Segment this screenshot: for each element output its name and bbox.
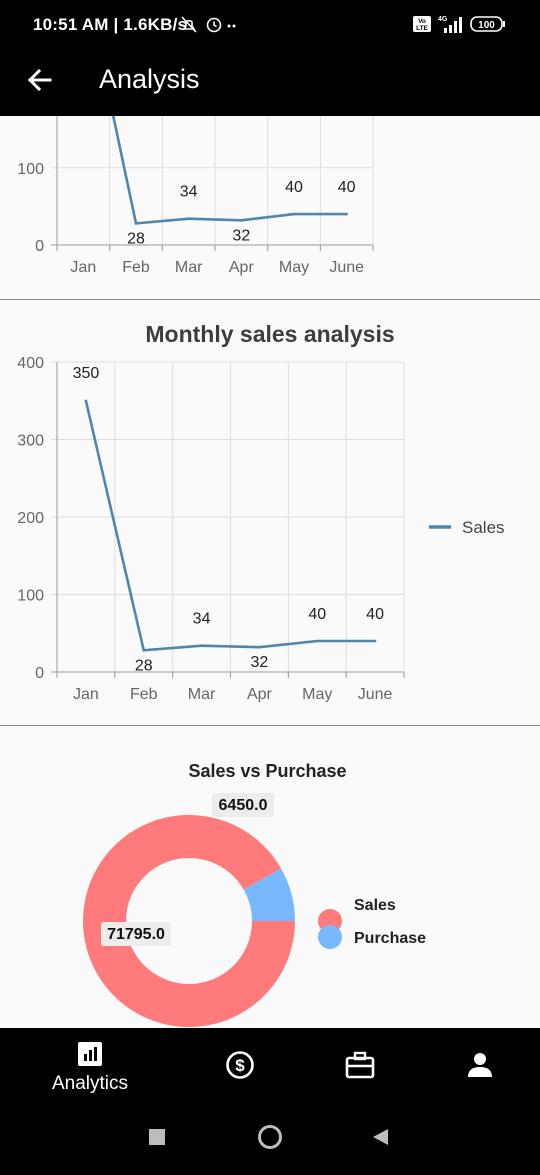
legend-purchase-label: Purchase xyxy=(354,930,426,947)
nav-profile[interactable] xyxy=(450,1028,510,1108)
nav-analytics[interactable]: Analytics xyxy=(40,1028,140,1108)
briefcase-icon xyxy=(345,1051,375,1079)
x-tick-label: Mar xyxy=(188,686,216,702)
data-label: 32 xyxy=(232,227,250,244)
x-tick-label: Jan xyxy=(70,259,96,276)
sales-data-point xyxy=(315,639,319,643)
analysis-content[interactable]: 0 100 Jan Feb Mar Apr May June 28 34 32 40 40 Monthl… xyxy=(0,116,540,1028)
x-tick-label: June xyxy=(358,686,393,702)
data-label: 34 xyxy=(180,184,198,201)
top-line-chart: 0 100 Jan Feb Mar Apr May June 28 34 32 40 40 xyxy=(17,116,374,276)
section-divider xyxy=(0,299,540,300)
section-divider xyxy=(0,725,540,726)
y-tick-label: 0 xyxy=(35,238,44,255)
sales-data-point xyxy=(240,218,243,222)
system-navigation-bar xyxy=(0,1108,540,1170)
svg-text:LTE: LTE xyxy=(416,25,428,32)
x-tick-label: Feb xyxy=(122,259,150,276)
data-label: 40 xyxy=(338,179,356,196)
x-tick-label: Jan xyxy=(73,686,99,702)
sales-data-point xyxy=(345,212,348,216)
status-icons xyxy=(181,16,236,33)
data-label: 350 xyxy=(73,365,100,382)
back-button[interactable] xyxy=(373,1129,388,1145)
status-bar: 10:51 AM | 1.6KB/s Vo LTE 4G 100 xyxy=(0,0,540,48)
nav-payments[interactable]: $ xyxy=(210,1028,270,1108)
data-label: 34 xyxy=(193,611,211,628)
bottom-navigation: Analytics $ xyxy=(0,1028,540,1108)
y-tick-label: 0 xyxy=(35,665,44,682)
y-tick-label: 400 xyxy=(17,355,44,372)
signal-icon: 4G xyxy=(438,16,462,33)
battery-icon: 100 xyxy=(470,16,505,32)
app-bar: Analysis xyxy=(0,48,540,116)
svg-text:Vo: Vo xyxy=(418,18,426,25)
monthly-sales-line-chart: 0 100 200 300 400 Jan Feb Mar Apr May June 350 28 34 3… xyxy=(17,355,505,702)
sales-data-point xyxy=(200,644,203,647)
page-title: Analysis xyxy=(99,64,200,94)
alarm-clock-icon xyxy=(206,17,222,33)
data-label: 40 xyxy=(366,606,384,623)
recents-button[interactable] xyxy=(149,1129,165,1145)
y-tick-label: 200 xyxy=(17,510,44,527)
x-tick-label: Apr xyxy=(247,686,273,702)
y-tick-label: 100 xyxy=(17,161,44,178)
x-tick-label: Feb xyxy=(130,686,158,702)
data-label: 40 xyxy=(308,606,326,623)
sales-data-point xyxy=(373,639,377,643)
sales-data-point xyxy=(84,399,88,403)
purchase-value-label: 6450.0 xyxy=(219,797,268,814)
data-label: 32 xyxy=(251,654,269,671)
nav-business[interactable] xyxy=(330,1028,390,1108)
dollar-icon: $ xyxy=(226,1051,254,1079)
network-label: 4G xyxy=(438,16,448,23)
volte-icon: Vo LTE xyxy=(413,16,431,32)
legend-sales-label: Sales xyxy=(462,518,505,537)
status-time: 10:51 AM | 1.6KB/s xyxy=(33,15,188,34)
sales-purchase-donut-chart: 71795.0 6450.0 Sales Purchase xyxy=(82,793,426,1027)
sales-data-point xyxy=(292,212,296,216)
nav-analytics-label: Analytics xyxy=(51,1073,129,1094)
sales-data-point xyxy=(134,222,138,225)
x-tick-label: June xyxy=(329,259,364,276)
data-label: 28 xyxy=(135,657,153,674)
sales-data-point xyxy=(142,649,146,652)
battery-level: 100 xyxy=(478,20,495,31)
home-button[interactable] xyxy=(258,1125,282,1149)
x-tick-label: May xyxy=(302,686,332,702)
x-tick-label: Apr xyxy=(229,259,255,276)
x-tick-label: May xyxy=(279,259,309,276)
monthly-chart-title: Monthly sales analysis xyxy=(145,321,395,347)
mute-alarm-icon xyxy=(181,16,197,33)
legend-sales-label: Sales xyxy=(354,897,396,914)
back-arrow-icon[interactable] xyxy=(24,64,56,96)
pie-chart-title: Sales vs Purchase xyxy=(188,761,347,781)
person-icon xyxy=(468,1053,492,1077)
y-tick-label: 300 xyxy=(17,433,44,450)
status-right: Vo LTE 4G 100 xyxy=(412,14,506,34)
svg-text:$: $ xyxy=(235,1056,245,1075)
y-tick-label: 100 xyxy=(17,588,44,605)
legend-purchase-dot xyxy=(318,925,342,949)
x-tick-label: Mar xyxy=(175,259,203,276)
sales-data-point xyxy=(187,217,190,221)
sales-data-point xyxy=(258,645,261,649)
data-label: 40 xyxy=(285,179,303,196)
data-label: 28 xyxy=(127,230,145,247)
analytics-icon xyxy=(78,1042,102,1066)
sales-value-label: 71795.0 xyxy=(107,926,165,943)
